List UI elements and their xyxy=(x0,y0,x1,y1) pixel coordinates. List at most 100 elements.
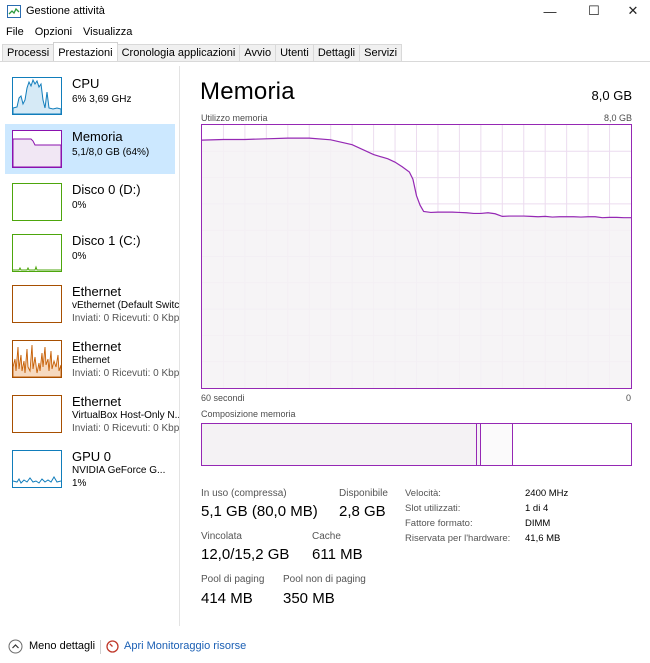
time-axis-end: 0 xyxy=(626,393,632,403)
tab-users[interactable]: Utenti xyxy=(275,44,314,61)
resource-list: CPU 6% 3,69 GHz Memoria 5,1/8,0 GB (64%)… xyxy=(0,66,180,626)
less-details-label: Meno dettagli xyxy=(29,640,96,652)
sidebar-item-disk-1[interactable]: Disco 1 (C:) 0% xyxy=(5,228,175,278)
sidebar-item-utilization: 1% xyxy=(72,478,87,489)
sidebar-item-throughput: Inviati: 0 Ricevuti: 0 Kbps xyxy=(72,423,180,434)
sidebar-item-detail: 5,1/8,0 GB (64%) xyxy=(72,147,150,158)
sidebar-item-label: Ethernet xyxy=(72,284,122,299)
sidebar-item-disk-0[interactable]: Disco 0 (D:) 0% xyxy=(5,177,175,227)
speed-value: 2400 MHz xyxy=(525,488,569,499)
sidebar-item-detail: 0% xyxy=(72,251,87,262)
committed-value: 12,0/15,2 GB xyxy=(201,546,290,563)
composition-standby xyxy=(481,424,513,465)
maximize-icon: ☐ xyxy=(588,3,600,18)
ethernet2-thumbnail xyxy=(12,340,62,378)
sidebar-item-ethernet-virtualbox[interactable]: Ethernet VirtualBox Host-Only N... Invia… xyxy=(5,389,180,439)
sidebar-item-label: Disco 0 (D:) xyxy=(72,182,141,197)
paged-pool-label: Pool di paging xyxy=(201,574,265,585)
disk0-thumbnail xyxy=(12,183,62,221)
memory-usage-graph xyxy=(201,124,632,389)
tab-app-history[interactable]: Cronologia applicazioni xyxy=(116,44,241,61)
composition-label: Composizione memoria xyxy=(201,409,296,419)
tab-performance[interactable]: Prestazioni xyxy=(53,42,118,61)
cache-value: 611 MB xyxy=(312,546,363,563)
speed-label: Velocità: xyxy=(405,488,441,499)
maximize-button[interactable]: ☐ xyxy=(573,0,615,22)
sidebar-item-memory[interactable]: Memoria 5,1/8,0 GB (64%) xyxy=(5,124,175,174)
less-details-button[interactable]: Meno dettagli xyxy=(8,638,95,654)
menu-bar: File Opzioni Visualizza xyxy=(0,24,137,42)
sidebar-item-label: CPU xyxy=(72,76,100,91)
ethernet3-thumbnail xyxy=(12,395,62,433)
in-use-label: In uso (compressa) xyxy=(201,488,287,499)
sidebar-item-label: Disco 1 (C:) xyxy=(72,233,141,248)
cpu-thumbnail xyxy=(12,77,62,115)
cache-label: Cache xyxy=(312,531,341,542)
disk1-mini-graph xyxy=(13,265,61,271)
sidebar-item-cpu[interactable]: CPU 6% 3,69 GHz xyxy=(5,71,175,121)
menu-file[interactable]: File xyxy=(0,24,29,42)
paged-pool-value: 414 MB xyxy=(201,590,253,607)
form-factor-label: Fattore formato: xyxy=(405,518,473,529)
in-use-value: 5,1 GB (80,0 MB) xyxy=(201,503,318,520)
sidebar-item-detail: Ethernet xyxy=(72,355,110,366)
gpu-mini-graph xyxy=(13,476,61,484)
sidebar-item-ethernet[interactable]: Ethernet Ethernet Inviati: 0 Ricevuti: 0… xyxy=(5,334,180,384)
sidebar-item-label: Ethernet xyxy=(72,394,122,409)
open-resource-monitor-link[interactable]: Apri Monitoraggio risorse xyxy=(106,638,246,654)
cpu-mini-graph xyxy=(13,78,61,114)
minimize-button[interactable]: — xyxy=(529,0,571,22)
composition-in-use xyxy=(202,424,477,465)
sidebar-item-label: Memoria xyxy=(72,129,123,144)
menu-view[interactable]: Visualizza xyxy=(77,24,137,42)
close-button[interactable]: ✕ xyxy=(612,0,650,22)
hardware-reserved-value: 41,6 MB xyxy=(525,533,561,544)
memory-usage-chart xyxy=(202,125,631,388)
hardware-reserved-label: Riservata per l'hardware: xyxy=(405,533,511,544)
sidebar-item-label: GPU 0 xyxy=(72,449,112,464)
tab-startup[interactable]: Avvio xyxy=(239,44,277,61)
gpu-thumbnail xyxy=(12,450,62,488)
sidebar-item-label: Ethernet xyxy=(72,339,122,354)
nonpaged-pool-label: Pool non di paging xyxy=(283,574,366,585)
memory-mini-graph xyxy=(13,138,61,167)
ethernet1-thumbnail xyxy=(12,285,62,323)
tab-processes[interactable]: Processi xyxy=(2,44,55,61)
page-title: Memoria xyxy=(200,78,295,105)
committed-label: Vincolata xyxy=(201,531,242,542)
panel-divider xyxy=(179,66,180,626)
form-factor-value: DIMM xyxy=(525,518,551,529)
close-icon: ✕ xyxy=(627,3,639,18)
composition-free xyxy=(513,424,631,465)
sidebar-item-detail: NVIDIA GeForce G... xyxy=(72,465,166,476)
ethernet2-mini-graph xyxy=(13,344,61,377)
sidebar-item-detail: VirtualBox Host-Only N... xyxy=(72,410,180,421)
graph-label: Utilizzo memoria xyxy=(201,113,268,123)
sidebar-item-throughput: Inviati: 0 Ricevuti: 0 Kbps xyxy=(72,368,180,379)
slots-label: Slot utilizzati: xyxy=(405,503,461,514)
tab-divider xyxy=(0,61,650,62)
menu-options[interactable]: Opzioni xyxy=(29,24,77,42)
resource-monitor-icon xyxy=(106,639,119,653)
time-axis-start: 60 secondi xyxy=(201,393,245,403)
tab-details[interactable]: Dettagli xyxy=(312,44,361,61)
total-memory: 8,0 GB xyxy=(591,88,632,103)
available-label: Disponibile xyxy=(339,488,388,499)
window-title: Gestione attività xyxy=(26,5,105,17)
sidebar-item-ethernet-vethernet[interactable]: Ethernet vEthernet (Default Switch) Invi… xyxy=(5,279,180,329)
sidebar-item-gpu-0[interactable]: GPU 0 NVIDIA GeForce G... 1% xyxy=(5,444,175,494)
nonpaged-pool-value: 350 MB xyxy=(283,590,335,607)
sidebar-item-detail: 6% 3,69 GHz xyxy=(72,94,132,105)
tab-services[interactable]: Servizi xyxy=(359,44,403,61)
tab-bar: Processi Prestazioni Cronologia applicaz… xyxy=(2,42,403,62)
sidebar-item-detail: vEthernet (Default Switch) xyxy=(72,300,180,311)
footer-separator xyxy=(100,640,101,654)
open-resource-monitor-label: Apri Monitoraggio risorse xyxy=(124,640,247,652)
chevron-up-icon xyxy=(8,639,23,653)
memory-composition-bar xyxy=(201,423,632,466)
sidebar-item-throughput: Inviati: 0 Ricevuti: 0 Kbps xyxy=(72,313,180,324)
footer: Meno dettagli Apri Monitoraggio risorse xyxy=(0,632,650,660)
minimize-icon: — xyxy=(543,3,557,19)
disk1-thumbnail xyxy=(12,234,62,272)
title-bar: Gestione attività — ☐ ✕ xyxy=(0,0,650,24)
